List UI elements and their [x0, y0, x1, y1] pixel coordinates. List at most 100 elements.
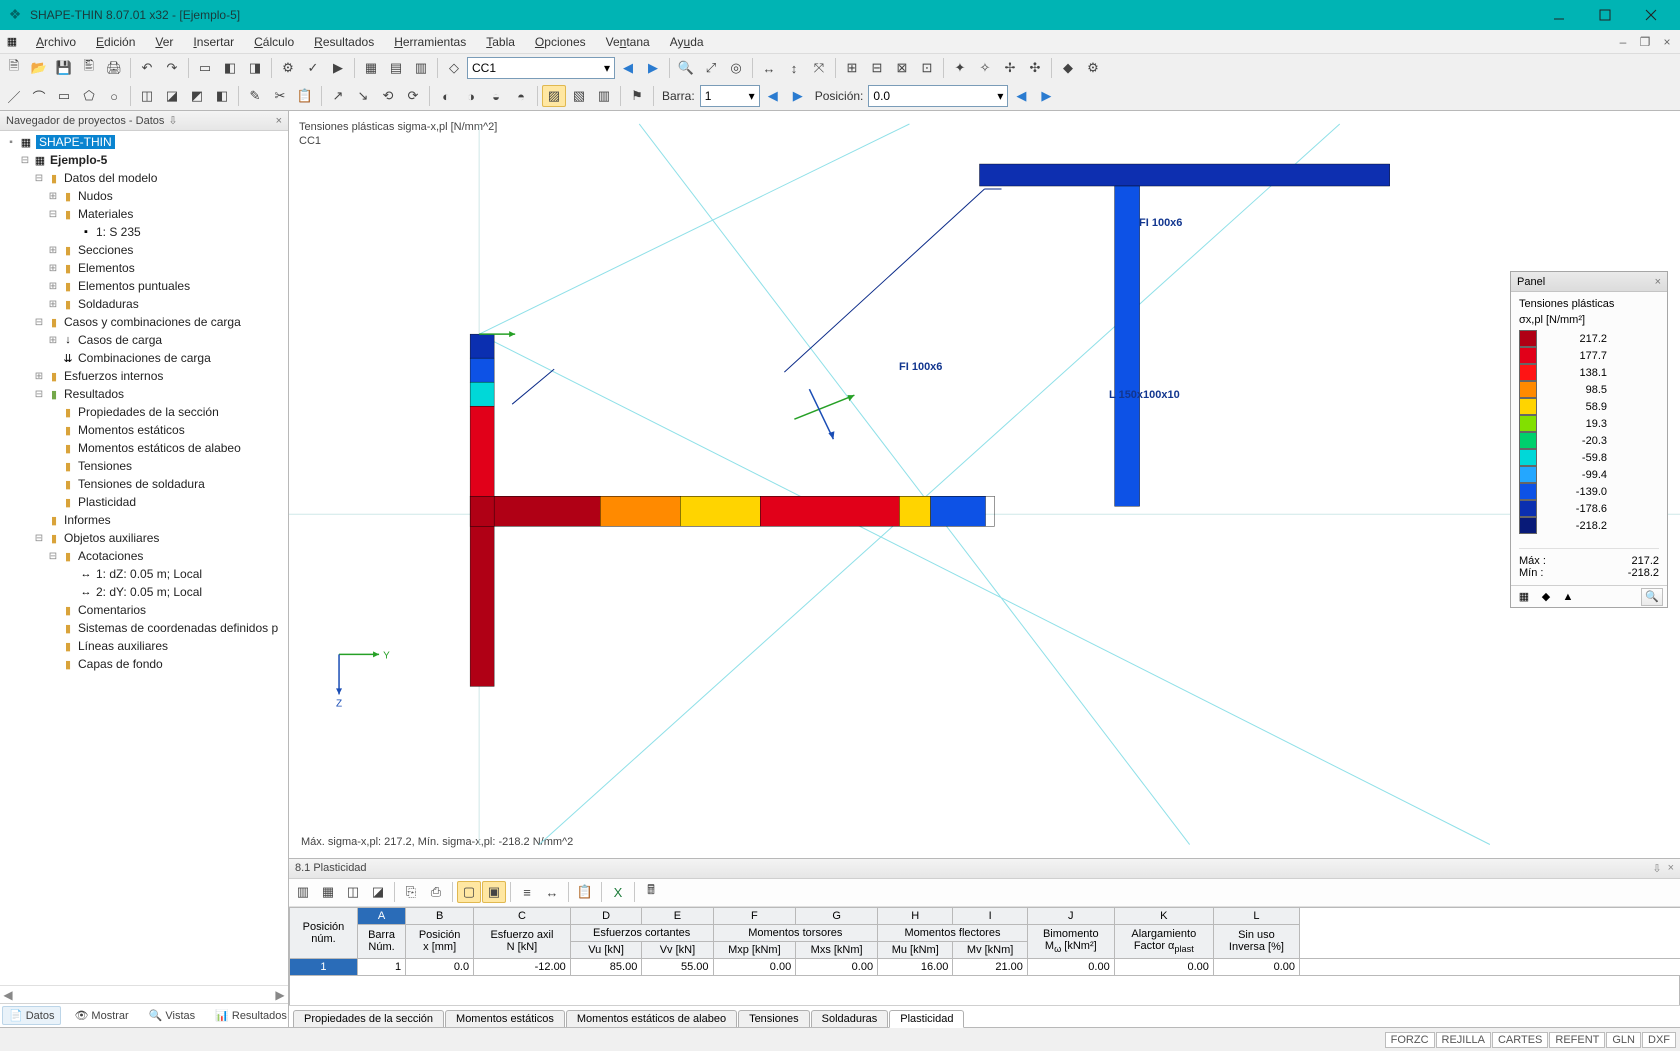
status-refent[interactable]: REFENT [1549, 1032, 1605, 1048]
render-mode-icon[interactable]: ▨ [542, 85, 566, 107]
open-icon[interactable]: 📂 [27, 57, 51, 79]
legend-tool3-icon[interactable]: ▲ [1559, 589, 1577, 605]
status-dxf[interactable]: DXF [1642, 1032, 1676, 1048]
tool2-icon[interactable]: ◧ [218, 57, 242, 79]
table-filter2-icon[interactable]: ▣ [482, 881, 506, 903]
run-icon[interactable]: ▶ [326, 57, 350, 79]
tree-project[interactable]: Ejemplo-5 [50, 153, 107, 167]
cell-n[interactable]: -12.00 [474, 958, 571, 975]
cell-inv[interactable]: 0.00 [1213, 958, 1299, 975]
navtab-resultados[interactable]: 📊 Resultados [208, 1006, 294, 1025]
el2-icon[interactable]: ◪ [160, 85, 184, 107]
tree-comb-carga[interactable]: Combinaciones de carga [78, 351, 211, 365]
table-tool4-icon[interactable]: ◪ [366, 881, 390, 903]
scroll-left-icon[interactable]: ◀ [0, 988, 16, 1002]
table-pin-icon[interactable]: ⇩ [1652, 862, 1661, 875]
table-export-icon[interactable]: ⎘ [399, 881, 423, 903]
arc-icon[interactable]: ⌒ [27, 85, 51, 107]
menu-tabla[interactable]: Tabla [476, 32, 525, 52]
menu-insertar[interactable]: Insertar [183, 32, 244, 52]
save-icon[interactable]: 💾 [52, 57, 76, 79]
col-letter-j[interactable]: J [1027, 907, 1114, 924]
snap3-icon[interactable]: ⊠ [890, 57, 914, 79]
tree-obj-aux[interactable]: Objetos auxiliares [64, 531, 159, 545]
tree-resultados[interactable]: Resultados [64, 387, 124, 401]
col-letter-g[interactable]: G [796, 907, 878, 924]
ax2-icon[interactable]: ✧ [973, 57, 997, 79]
r1-icon[interactable]: ◐ [434, 85, 458, 107]
tree-mom-est[interactable]: Momentos estáticos [78, 423, 185, 437]
table-calc-icon[interactable]: 🖩 [639, 881, 663, 903]
tree-casos-comb[interactable]: Casos y combinaciones de carga [64, 315, 241, 329]
navigator-pin-icon[interactable]: ⇩ [168, 114, 177, 127]
new-icon[interactable]: 🗎 [2, 57, 26, 79]
table-filter-icon[interactable]: ▢ [457, 881, 481, 903]
saveall-icon[interactable]: 🖺 [77, 57, 101, 79]
print-icon[interactable]: 🖨 [102, 57, 126, 79]
tree-material-1[interactable]: 1: S 235 [96, 225, 141, 239]
table-row[interactable]: 1 1 0.0 -12.00 85.00 55.00 0.00 0.00 16.… [290, 958, 1680, 975]
r5-icon[interactable]: ▧ [567, 85, 591, 107]
tree-elementos-puntuales[interactable]: Elementos puntuales [78, 279, 190, 293]
col-letter-e[interactable]: E [642, 907, 713, 924]
tree-capas[interactable]: Capas de fondo [78, 657, 163, 671]
navtab-mostrar[interactable]: 👁 Mostrar [67, 1006, 135, 1025]
tab-mom-est[interactable]: Momentos estáticos [445, 1010, 565, 1027]
cell-mxp[interactable]: 0.00 [713, 958, 796, 975]
line-icon[interactable]: ／ [2, 85, 26, 107]
pos-prev-icon[interactable]: ◀ [1009, 85, 1033, 107]
mdi-minimize-icon[interactable]: – [1612, 35, 1634, 49]
cell-f[interactable]: 0.00 [1114, 958, 1213, 975]
tree-root[interactable]: SHAPE-THIN [36, 135, 115, 149]
el3-icon[interactable]: ◩ [185, 85, 209, 107]
lc-icon[interactable]: ◇ [442, 57, 466, 79]
project-tree[interactable]: ▪▦SHAPE-THIN ⊟▦Ejemplo-5 ⊟▮Datos del mod… [0, 131, 288, 985]
tree-mom-est-al[interactable]: Momentos estáticos de alabeo [78, 441, 241, 455]
pos-next-icon[interactable]: ▶ [1034, 85, 1058, 107]
prev-lc-icon[interactable]: ◀ [616, 57, 640, 79]
m4-icon[interactable]: ⟳ [401, 85, 425, 107]
legend-close-icon[interactable]: × [1655, 276, 1661, 288]
tree-datos-modelo[interactable]: Datos del modelo [64, 171, 157, 185]
menu-edicion[interactable]: Edición [86, 32, 145, 52]
ax3-icon[interactable]: ✢ [998, 57, 1022, 79]
menu-ver[interactable]: Ver [145, 32, 183, 52]
col-letter-i[interactable]: I [953, 907, 1027, 924]
tree-linaux[interactable]: Líneas auxiliares [78, 639, 168, 653]
cell-vv[interactable]: 55.00 [642, 958, 713, 975]
tree-elementos[interactable]: Elementos [78, 261, 135, 275]
loadcase-dropdown[interactable]: CC1▾ [467, 57, 615, 79]
navigator-close-icon[interactable]: × [276, 115, 282, 127]
el4-icon[interactable]: ◧ [210, 85, 234, 107]
snap4-icon[interactable]: ⊡ [915, 57, 939, 79]
barra-prev-icon[interactable]: ◀ [761, 85, 785, 107]
legend-tool2-icon[interactable]: ◆ [1537, 589, 1555, 605]
tool3-icon[interactable]: ◨ [243, 57, 267, 79]
navtab-datos[interactable]: 📄 Datos [2, 1006, 61, 1025]
misc1-icon[interactable]: ◆ [1056, 57, 1080, 79]
m2-icon[interactable]: ↘ [351, 85, 375, 107]
table-close-icon[interactable]: × [1668, 862, 1674, 875]
table-tool2-icon[interactable]: ▦ [316, 881, 340, 903]
calc-icon[interactable]: ⚙ [276, 57, 300, 79]
table-sort-icon[interactable]: ≡ [515, 881, 539, 903]
status-forzc[interactable]: FORZC [1385, 1032, 1435, 1048]
ax1-icon[interactable]: ✦ [948, 57, 972, 79]
view2-icon[interactable]: ⤢ [699, 57, 723, 79]
circ-icon[interactable]: ○ [102, 85, 126, 107]
m3-icon[interactable]: ⟲ [376, 85, 400, 107]
tab-mom-est-al[interactable]: Momentos estáticos de alabeo [566, 1010, 737, 1027]
legend-zoom-icon[interactable]: 🔍 [1641, 588, 1663, 606]
table-tool1-icon[interactable]: ▥ [291, 881, 315, 903]
status-cartes[interactable]: CARTES [1492, 1032, 1548, 1048]
status-gln[interactable]: GLN [1606, 1032, 1641, 1048]
tree-casos-carga[interactable]: Casos de carga [78, 333, 162, 347]
dim3-icon[interactable]: ⤧ [807, 57, 831, 79]
table-tool3-icon[interactable]: ◫ [341, 881, 365, 903]
snap1-icon[interactable]: ⊞ [840, 57, 864, 79]
tree-acot[interactable]: Acotaciones [78, 549, 143, 563]
col-letter-a[interactable]: A [357, 907, 405, 924]
view1-icon[interactable]: 🔍 [674, 57, 698, 79]
cell-x[interactable]: 0.0 [406, 958, 474, 975]
tree-prop-sec[interactable]: Propiedades de la sección [78, 405, 219, 419]
